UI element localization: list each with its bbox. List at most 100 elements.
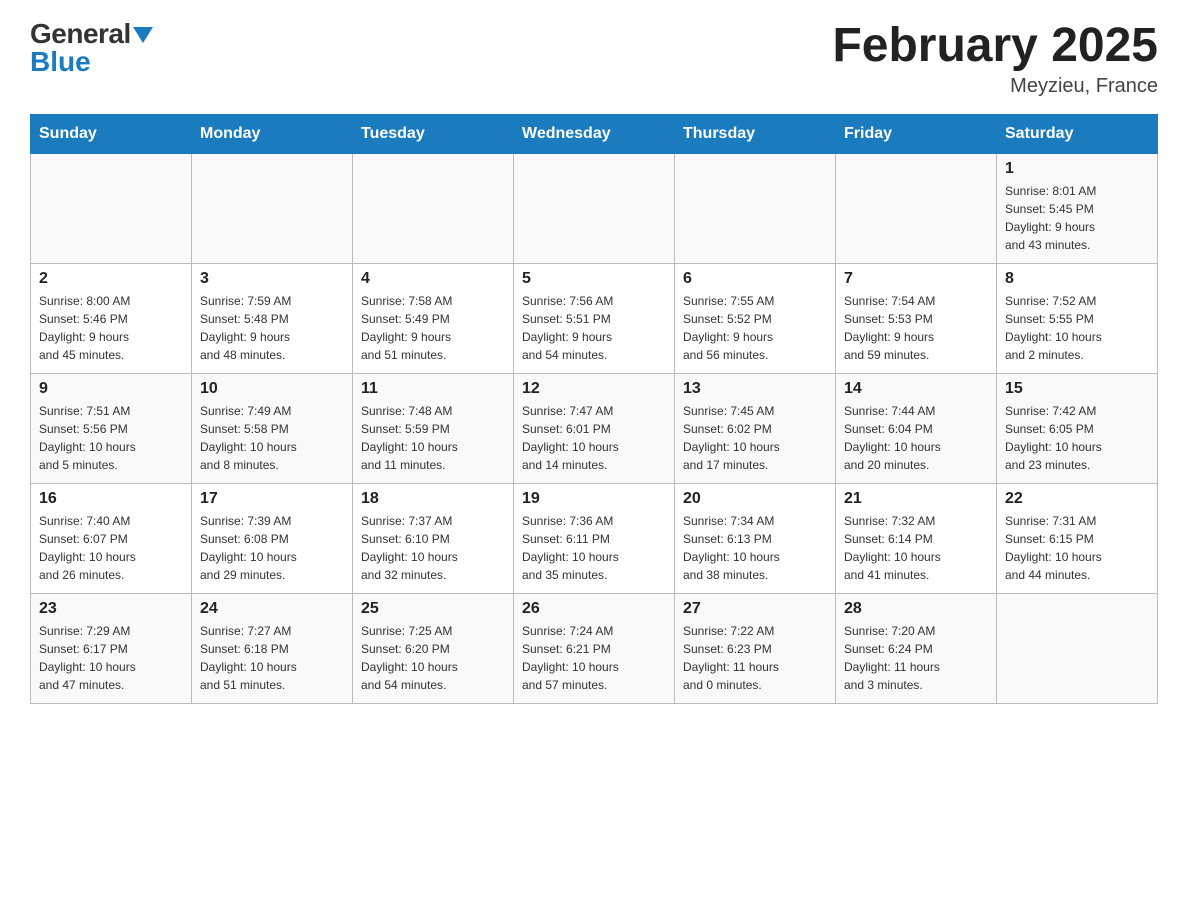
calendar-cell bbox=[836, 153, 997, 263]
week-row-5: 23Sunrise: 7:29 AM Sunset: 6:17 PM Dayli… bbox=[31, 593, 1158, 703]
calendar-table: SundayMondayTuesdayWednesdayThursdayFrid… bbox=[30, 114, 1158, 704]
day-number: 15 bbox=[1005, 380, 1149, 398]
day-number: 4 bbox=[361, 270, 505, 288]
day-number: 27 bbox=[683, 600, 827, 618]
day-info: Sunrise: 7:56 AM Sunset: 5:51 PM Dayligh… bbox=[522, 292, 666, 364]
calendar-cell: 18 Sunrise: 7:37 AM Sunset: 6:10 PM Dayli… bbox=[353, 483, 514, 593]
day-number: 24 bbox=[200, 600, 344, 618]
calendar-cell: 14 Sunrise: 7:44 AM Sunset: 6:04 PM Dayli… bbox=[836, 373, 997, 483]
day-info: Sunrise: 7:25 AM Sunset: 6:20 PM Dayligh… bbox=[361, 622, 505, 694]
calendar-cell: 13Sunrise: 7:45 AM Sunset: 6:02 PM Dayli… bbox=[675, 373, 836, 483]
page-header: General Blue February 2025 Meyzieu, Fran… bbox=[30, 20, 1158, 98]
day-number: 8 bbox=[1005, 270, 1149, 288]
day-info: Sunrise: 7:52 AM Sunset: 5:55 PM Dayligh… bbox=[1005, 292, 1149, 364]
day-number: 17 bbox=[200, 490, 344, 508]
calendar-cell: 16Sunrise: 7:40 AM Sunset: 6:07 PM Dayli… bbox=[31, 483, 192, 593]
weekday-header-thursday: Thursday bbox=[675, 114, 836, 153]
day-number: 22 bbox=[1005, 490, 1149, 508]
day-info: Sunrise: 7:48 AM Sunset: 5:59 PM Dayligh… bbox=[361, 402, 505, 474]
calendar-cell bbox=[514, 153, 675, 263]
weekday-header-row: SundayMondayTuesdayWednesdayThursdayFrid… bbox=[31, 114, 1158, 153]
day-info: Sunrise: 7:24 AM Sunset: 6:21 PM Dayligh… bbox=[522, 622, 666, 694]
calendar-cell: 23Sunrise: 7:29 AM Sunset: 6:17 PM Dayli… bbox=[31, 593, 192, 703]
calendar-cell: 7 Sunrise: 7:54 AM Sunset: 5:53 PM Daylig… bbox=[836, 263, 997, 373]
day-number: 21 bbox=[844, 490, 988, 508]
logo-blue-text: Blue bbox=[30, 48, 91, 76]
day-number: 20 bbox=[683, 490, 827, 508]
day-info: Sunrise: 7:32 AM Sunset: 6:14 PM Dayligh… bbox=[844, 512, 988, 584]
title-block: February 2025 Meyzieu, France bbox=[832, 20, 1158, 98]
day-info: Sunrise: 7:37 AM Sunset: 6:10 PM Dayligh… bbox=[361, 512, 505, 584]
calendar-cell: 27 Sunrise: 7:22 AM Sunset: 6:23 PM Dayli… bbox=[675, 593, 836, 703]
day-number: 5 bbox=[522, 270, 666, 288]
day-info: Sunrise: 7:55 AM Sunset: 5:52 PM Dayligh… bbox=[683, 292, 827, 364]
day-info: Sunrise: 8:01 AM Sunset: 5:45 PM Dayligh… bbox=[1005, 182, 1149, 254]
calendar-cell bbox=[675, 153, 836, 263]
day-number: 19 bbox=[522, 490, 666, 508]
day-info: Sunrise: 7:36 AM Sunset: 6:11 PM Dayligh… bbox=[522, 512, 666, 584]
day-info: Sunrise: 7:58 AM Sunset: 5:49 PM Dayligh… bbox=[361, 292, 505, 364]
day-info: Sunrise: 7:31 AM Sunset: 6:15 PM Dayligh… bbox=[1005, 512, 1149, 584]
calendar-cell: 21 Sunrise: 7:32 AM Sunset: 6:14 PM Dayli… bbox=[836, 483, 997, 593]
calendar-cell: 3 Sunrise: 7:59 AM Sunset: 5:48 PM Daylig… bbox=[192, 263, 353, 373]
calendar-cell: 26Sunrise: 7:24 AM Sunset: 6:21 PM Dayli… bbox=[514, 593, 675, 703]
day-number: 2 bbox=[39, 270, 183, 288]
calendar-cell: 22 Sunrise: 7:31 AM Sunset: 6:15 PM Dayli… bbox=[997, 483, 1158, 593]
day-info: Sunrise: 7:54 AM Sunset: 5:53 PM Dayligh… bbox=[844, 292, 988, 364]
location: Meyzieu, France bbox=[832, 75, 1158, 98]
week-row-3: 9 Sunrise: 7:51 AM Sunset: 5:56 PM Daylig… bbox=[31, 373, 1158, 483]
calendar-cell: 15 Sunrise: 7:42 AM Sunset: 6:05 PM Dayli… bbox=[997, 373, 1158, 483]
calendar-cell: 20 Sunrise: 7:34 AM Sunset: 6:13 PM Dayli… bbox=[675, 483, 836, 593]
calendar-cell: 11Sunrise: 7:48 AM Sunset: 5:59 PM Dayli… bbox=[353, 373, 514, 483]
calendar-cell: 28Sunrise: 7:20 AM Sunset: 6:24 PM Dayli… bbox=[836, 593, 997, 703]
day-number: 25 bbox=[361, 600, 505, 618]
calendar-cell: 19 Sunrise: 7:36 AM Sunset: 6:11 PM Dayli… bbox=[514, 483, 675, 593]
weekday-header-tuesday: Tuesday bbox=[353, 114, 514, 153]
logo: General Blue bbox=[30, 20, 153, 76]
calendar-cell: 12Sunrise: 7:47 AM Sunset: 6:01 PM Dayli… bbox=[514, 373, 675, 483]
weekday-header-monday: Monday bbox=[192, 114, 353, 153]
day-info: Sunrise: 7:22 AM Sunset: 6:23 PM Dayligh… bbox=[683, 622, 827, 694]
day-number: 9 bbox=[39, 380, 183, 398]
day-info: Sunrise: 7:59 AM Sunset: 5:48 PM Dayligh… bbox=[200, 292, 344, 364]
logo-general-text: General bbox=[30, 18, 131, 49]
calendar-cell: 6 Sunrise: 7:55 AM Sunset: 5:52 PM Daylig… bbox=[675, 263, 836, 373]
month-title: February 2025 bbox=[832, 20, 1158, 73]
day-info: Sunrise: 7:40 AM Sunset: 6:07 PM Dayligh… bbox=[39, 512, 183, 584]
calendar-cell: 2 Sunrise: 8:00 AM Sunset: 5:46 PM Daylig… bbox=[31, 263, 192, 373]
day-number: 18 bbox=[361, 490, 505, 508]
day-info: Sunrise: 7:42 AM Sunset: 6:05 PM Dayligh… bbox=[1005, 402, 1149, 474]
weekday-header-saturday: Saturday bbox=[997, 114, 1158, 153]
day-info: Sunrise: 7:39 AM Sunset: 6:08 PM Dayligh… bbox=[200, 512, 344, 584]
day-info: Sunrise: 7:27 AM Sunset: 6:18 PM Dayligh… bbox=[200, 622, 344, 694]
calendar-cell bbox=[192, 153, 353, 263]
day-number: 23 bbox=[39, 600, 183, 618]
calendar-cell: 25 Sunrise: 7:25 AM Sunset: 6:20 PM Dayli… bbox=[353, 593, 514, 703]
day-info: Sunrise: 7:51 AM Sunset: 5:56 PM Dayligh… bbox=[39, 402, 183, 474]
calendar-cell: 24 Sunrise: 7:27 AM Sunset: 6:18 PM Dayli… bbox=[192, 593, 353, 703]
day-number: 13 bbox=[683, 380, 827, 398]
day-number: 28 bbox=[844, 600, 988, 618]
week-row-4: 16Sunrise: 7:40 AM Sunset: 6:07 PM Dayli… bbox=[31, 483, 1158, 593]
day-number: 12 bbox=[522, 380, 666, 398]
weekday-header-friday: Friday bbox=[836, 114, 997, 153]
logo-triangle-icon bbox=[133, 27, 153, 43]
day-number: 3 bbox=[200, 270, 344, 288]
weekday-header-sunday: Sunday bbox=[31, 114, 192, 153]
day-number: 1 bbox=[1005, 160, 1149, 178]
calendar-cell: 5 Sunrise: 7:56 AM Sunset: 5:51 PM Daylig… bbox=[514, 263, 675, 373]
day-number: 7 bbox=[844, 270, 988, 288]
day-info: Sunrise: 8:00 AM Sunset: 5:46 PM Dayligh… bbox=[39, 292, 183, 364]
calendar-cell: 17 Sunrise: 7:39 AM Sunset: 6:08 PM Dayli… bbox=[192, 483, 353, 593]
day-info: Sunrise: 7:44 AM Sunset: 6:04 PM Dayligh… bbox=[844, 402, 988, 474]
calendar-cell: 10Sunrise: 7:49 AM Sunset: 5:58 PM Dayli… bbox=[192, 373, 353, 483]
calendar-cell: 4 Sunrise: 7:58 AM Sunset: 5:49 PM Daylig… bbox=[353, 263, 514, 373]
calendar-cell bbox=[353, 153, 514, 263]
calendar-cell: 8 Sunrise: 7:52 AM Sunset: 5:55 PM Daylig… bbox=[997, 263, 1158, 373]
day-number: 14 bbox=[844, 380, 988, 398]
day-info: Sunrise: 7:34 AM Sunset: 6:13 PM Dayligh… bbox=[683, 512, 827, 584]
weekday-header-wednesday: Wednesday bbox=[514, 114, 675, 153]
day-info: Sunrise: 7:49 AM Sunset: 5:58 PM Dayligh… bbox=[200, 402, 344, 474]
logo-general-line: General bbox=[30, 20, 153, 48]
day-number: 6 bbox=[683, 270, 827, 288]
